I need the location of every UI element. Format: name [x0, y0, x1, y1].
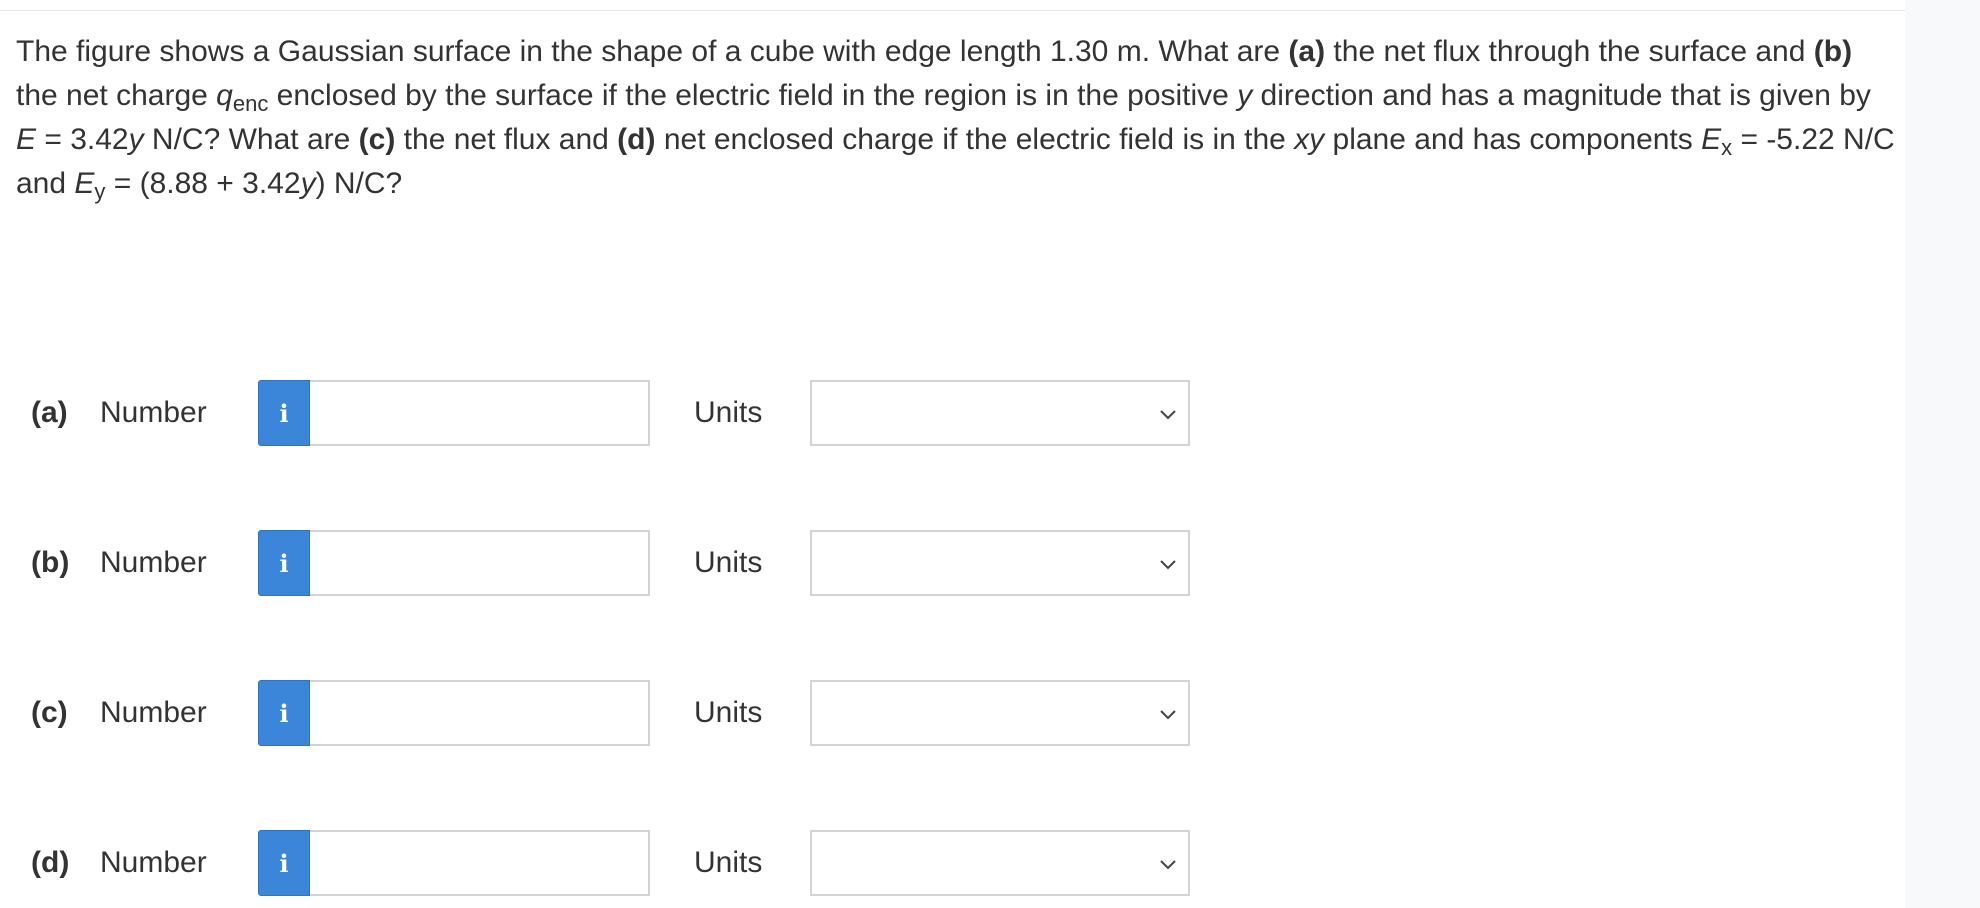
- info-icon: i: [279, 698, 289, 728]
- info-icon: i: [279, 398, 289, 428]
- part-label: (b): [31, 546, 70, 579]
- number-input[interactable]: [310, 680, 650, 746]
- number-input[interactable]: [310, 380, 650, 446]
- info-icon: i: [279, 848, 289, 878]
- number-label: Number: [100, 396, 207, 429]
- chevron-down-icon: [1160, 860, 1176, 870]
- number-label: Number: [100, 696, 207, 729]
- chevron-down-icon: [1160, 560, 1176, 570]
- part-label: (c): [31, 696, 68, 729]
- chevron-down-icon: [1160, 410, 1176, 420]
- units-label: Units: [694, 696, 763, 729]
- answer-row-b: (b) Number i Units: [0, 530, 1200, 596]
- part-label: (d): [31, 846, 70, 879]
- question-text: The figure shows a Gaussian surface in t…: [16, 35, 1895, 204]
- units-select[interactable]: [810, 380, 1190, 446]
- answer-row-c: (c) Number i Units: [0, 680, 1200, 746]
- info-icon: i: [279, 548, 289, 578]
- units-select[interactable]: [810, 830, 1190, 896]
- top-divider: [0, 10, 1905, 11]
- number-label: Number: [100, 546, 207, 579]
- number-input[interactable]: [310, 530, 650, 596]
- part-label: (a): [31, 396, 68, 429]
- number-label: Number: [100, 846, 207, 879]
- info-button[interactable]: i: [258, 830, 310, 896]
- info-button[interactable]: i: [258, 530, 310, 596]
- right-gutter: [1905, 0, 1980, 908]
- chevron-down-icon: [1160, 710, 1176, 720]
- units-label: Units: [694, 846, 763, 879]
- answer-row-a: (a) Number i Units: [0, 380, 1200, 446]
- units-label: Units: [694, 396, 763, 429]
- units-select[interactable]: [810, 530, 1190, 596]
- info-button[interactable]: i: [258, 680, 310, 746]
- answer-row-d: (d) Number i Units: [0, 830, 1200, 896]
- info-button[interactable]: i: [258, 380, 310, 446]
- number-input[interactable]: [310, 830, 650, 896]
- units-select[interactable]: [810, 680, 1190, 746]
- units-label: Units: [694, 546, 763, 579]
